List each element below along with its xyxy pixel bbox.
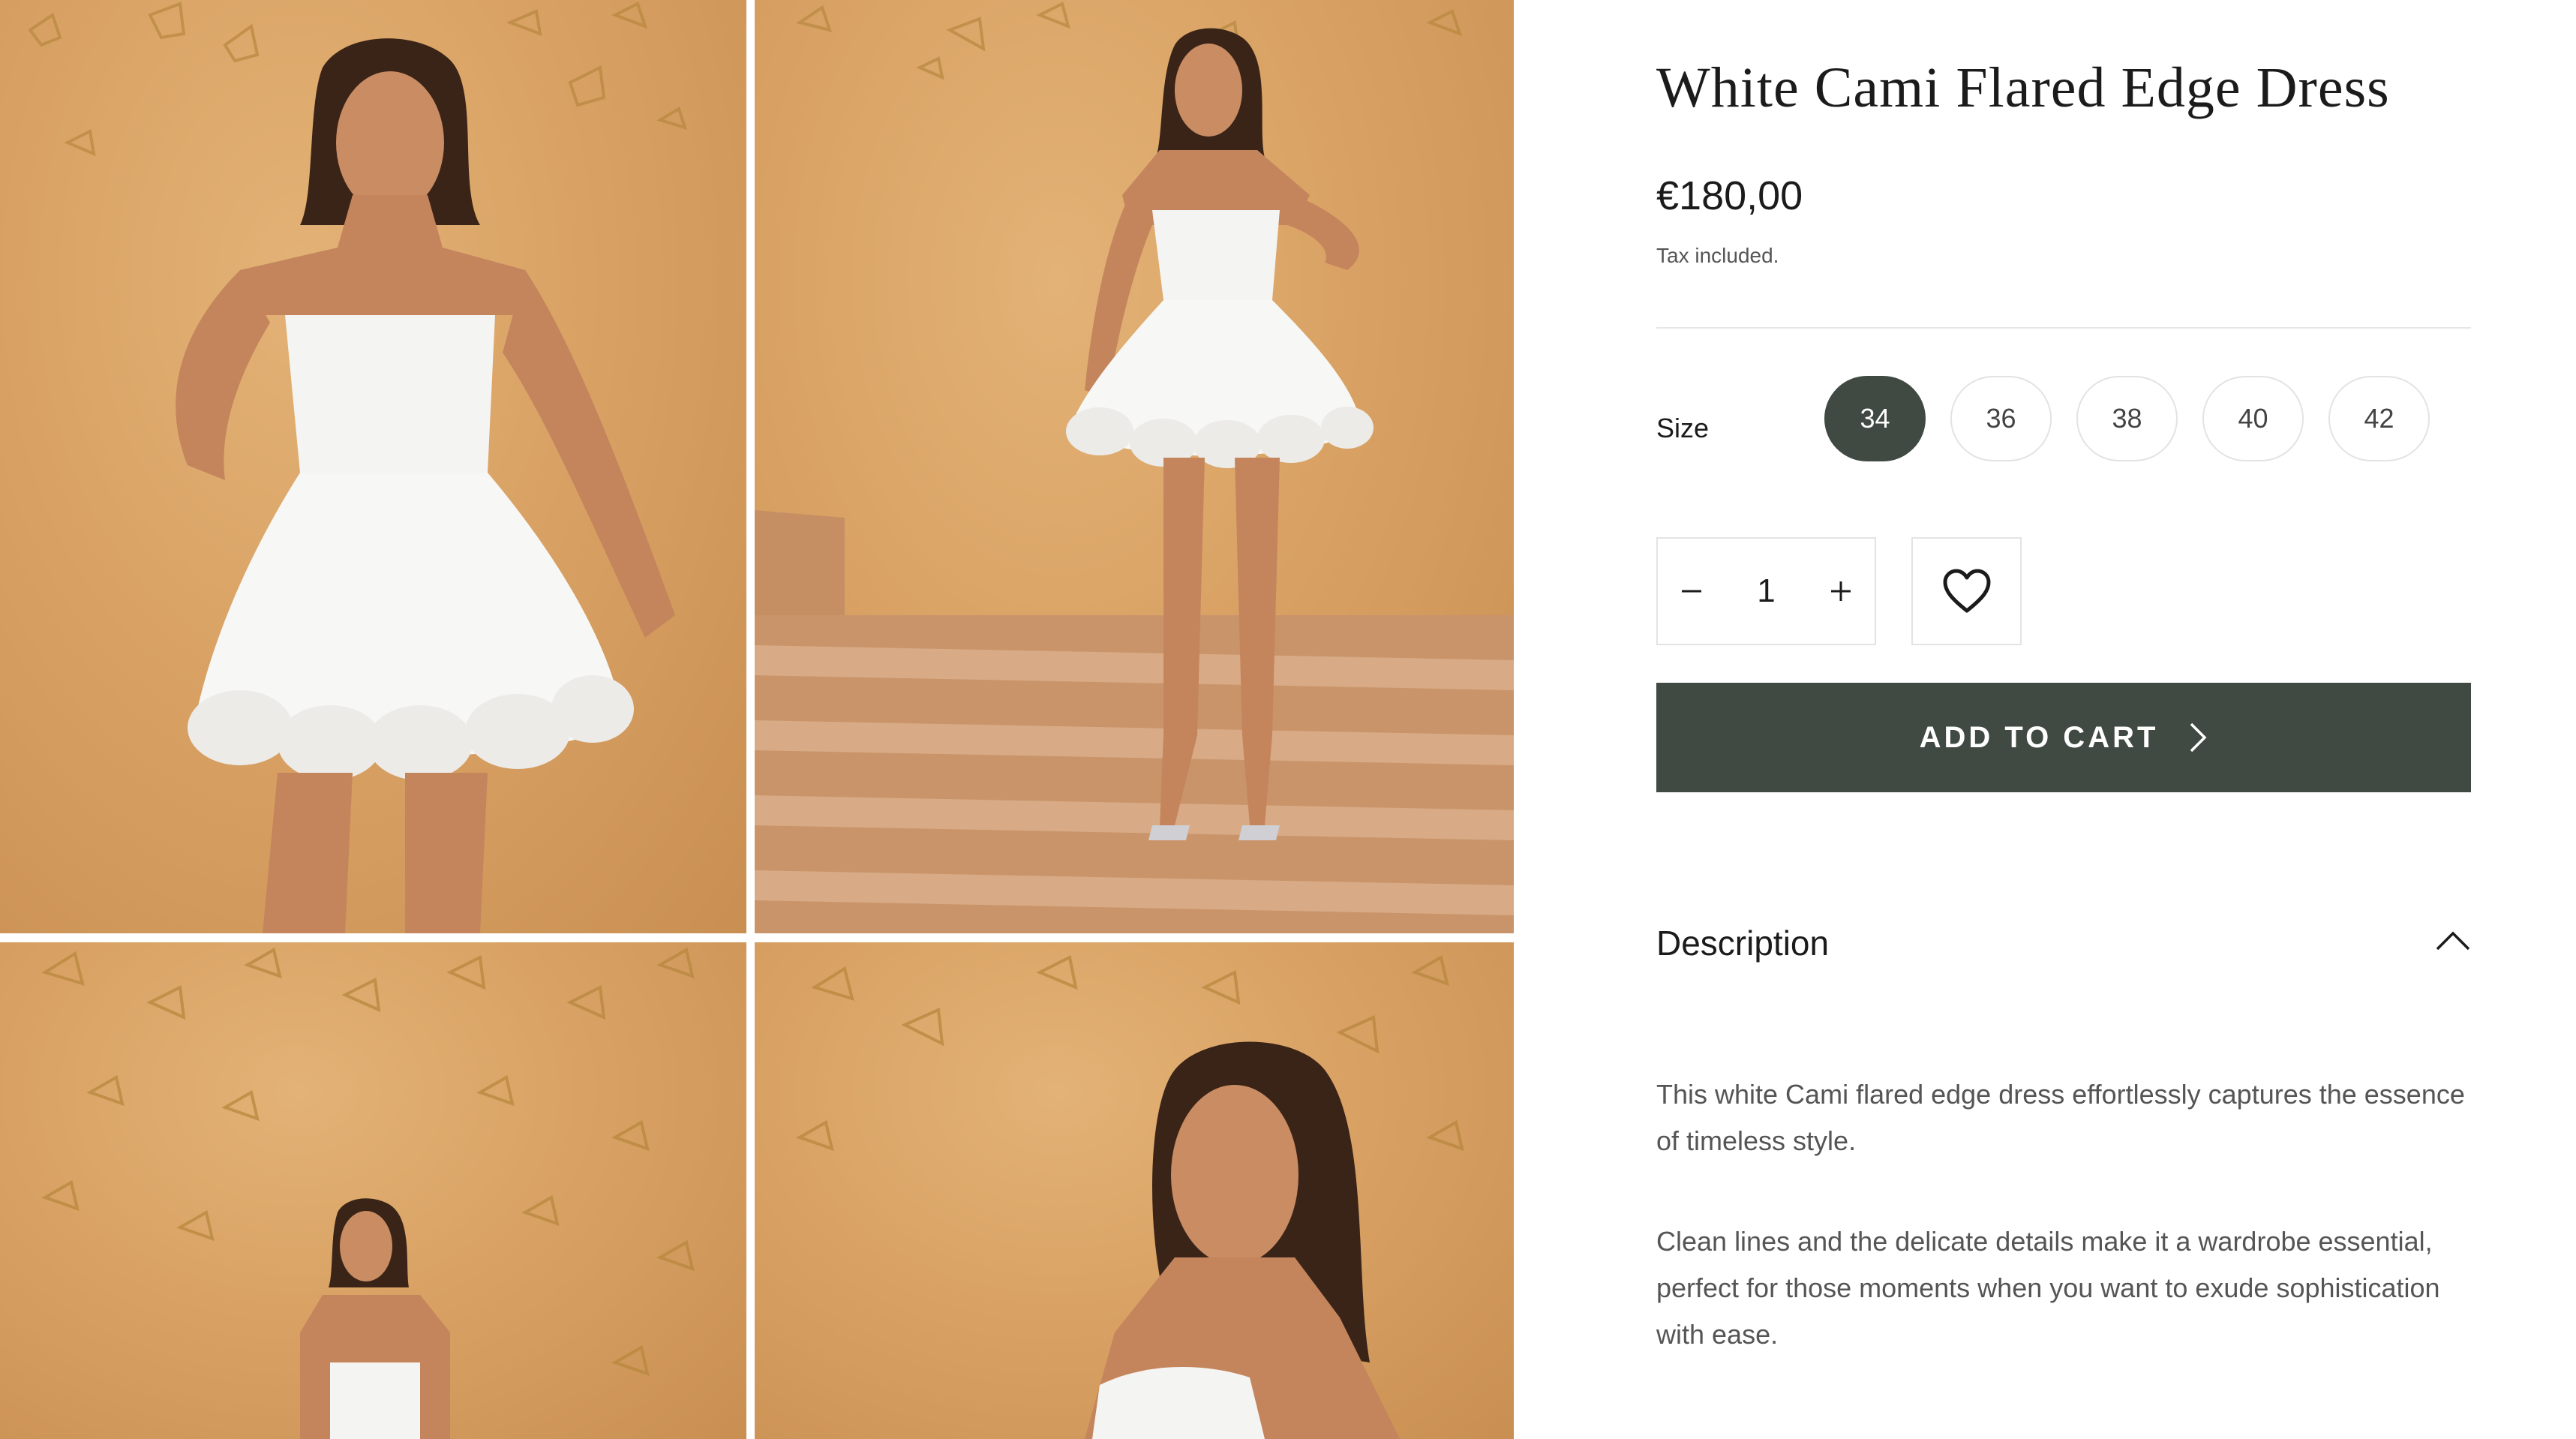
chevron-up-icon [2436,931,2470,951]
product-info-panel: White Cami Flared Edge Dress €180,00 Tax… [1656,0,2475,1439]
product-photo-butterflies[interactable] [0,942,746,1439]
wishlist-button[interactable] [1911,537,2022,645]
minus-icon [1682,590,1701,593]
heart-icon [1943,569,1990,613]
increase-quantity-button[interactable] [1807,539,1875,644]
product-photo-profile[interactable] [755,942,1514,1439]
add-to-cart-button[interactable]: ADD TO CART [1656,683,2471,792]
chevron-right-icon [2190,723,2207,753]
size-option-42[interactable]: 42 [2328,376,2430,461]
size-options: 34 36 38 40 42 [1824,376,2430,461]
size-label: Size [1656,413,1710,443]
quantity-stepper: 1 [1656,537,1876,645]
divider [1656,327,2471,329]
size-option-36[interactable]: 36 [1950,376,2052,461]
plus-icon [1831,581,1851,601]
size-option-34[interactable]: 34 [1824,376,1926,461]
quantity-value[interactable]: 1 [1725,572,1807,610]
photo-illustration [41,947,695,1439]
product-photo-steps[interactable] [755,0,1514,933]
photo-illustration [28,2,688,933]
product-gallery [0,0,1514,1439]
size-option-40[interactable]: 40 [2202,376,2304,461]
description-title: Description [1656,924,1830,963]
description-toggle[interactable]: Description [1656,923,2471,968]
product-title: White Cami Flared Edge Dress [1656,56,2390,119]
tax-note: Tax included. [1656,244,1779,267]
size-option-38[interactable]: 38 [2076,376,2178,461]
photo-illustration [755,2,1514,933]
photo-illustration [796,954,1464,1439]
product-photo-front[interactable] [0,0,746,933]
description-paragraph: Clean lines and the delicate details mak… [1656,1226,2440,1350]
add-to-cart-label: ADD TO CART [1919,720,2159,754]
decrease-quantity-button[interactable] [1658,539,1725,644]
product-price: €180,00 [1656,173,1803,218]
description-paragraph: This white Cami flared edge dress effort… [1656,1079,2465,1156]
